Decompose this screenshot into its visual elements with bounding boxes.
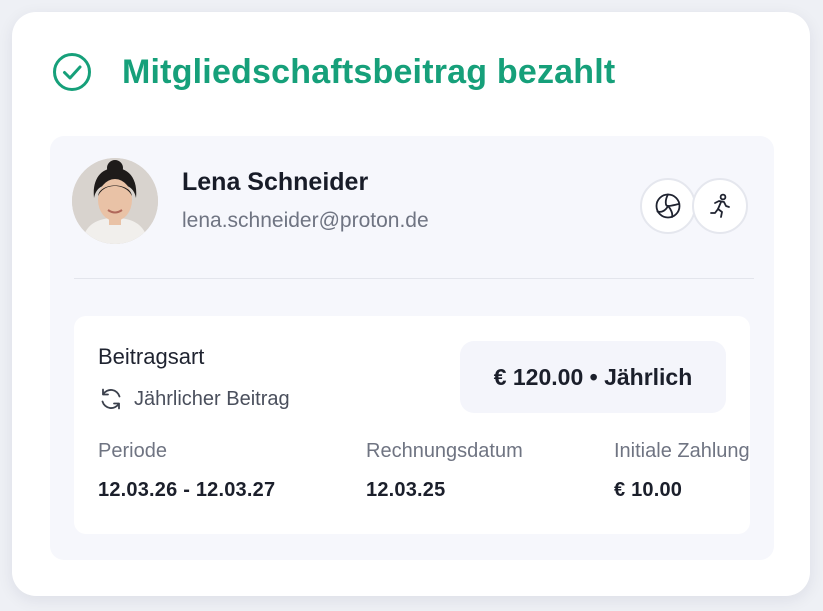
initial-payment-label: Initiale Zahlung bbox=[614, 440, 750, 462]
period-column: Periode 12.03.26 - 12.03.27 bbox=[98, 440, 275, 502]
running-icon[interactable] bbox=[692, 178, 748, 234]
invoice-date-label: Rechnungsdatum bbox=[366, 440, 523, 462]
member-email: lena.schneider@proton.de bbox=[182, 209, 429, 232]
fee-type-label: Beitragsart bbox=[98, 344, 205, 369]
check-circle-icon bbox=[52, 52, 92, 92]
invoice-date-column: Rechnungsdatum 12.03.25 bbox=[366, 440, 523, 502]
period-value: 12.03.26 - 12.03.27 bbox=[98, 479, 276, 501]
card-header: Mitgliedschaftsbeitrag bezahlt bbox=[52, 52, 615, 92]
divider bbox=[74, 278, 754, 279]
volleyball-icon[interactable] bbox=[640, 178, 696, 234]
amount-badge: € 120.00 • Jährlich bbox=[460, 341, 726, 413]
refresh-icon bbox=[98, 386, 124, 412]
member-name: Lena Schneider bbox=[182, 168, 369, 196]
sport-icons bbox=[640, 178, 748, 234]
avatar[interactable] bbox=[72, 158, 158, 244]
period-label: Periode bbox=[98, 440, 167, 462]
payment-card: Mitgliedschaftsbeitrag bezahlt Lena Schn… bbox=[12, 12, 810, 596]
fee-type: Jährlicher Beitrag bbox=[98, 386, 290, 412]
initial-payment-column: Initiale Zahlung € 10.00 bbox=[614, 440, 750, 502]
member-panel: Lena Schneider lena.schneider@proton.de bbox=[50, 136, 774, 560]
initial-payment-value: € 10.00 bbox=[614, 479, 683, 501]
invoice-date-value: 12.03.25 bbox=[366, 479, 446, 501]
fee-type-value: Jährlicher Beitrag bbox=[134, 387, 290, 410]
fee-panel: Beitragsart Jährlicher Beitrag € 120.00 … bbox=[74, 316, 750, 534]
page-title: Mitgliedschaftsbeitrag bezahlt bbox=[122, 52, 616, 91]
